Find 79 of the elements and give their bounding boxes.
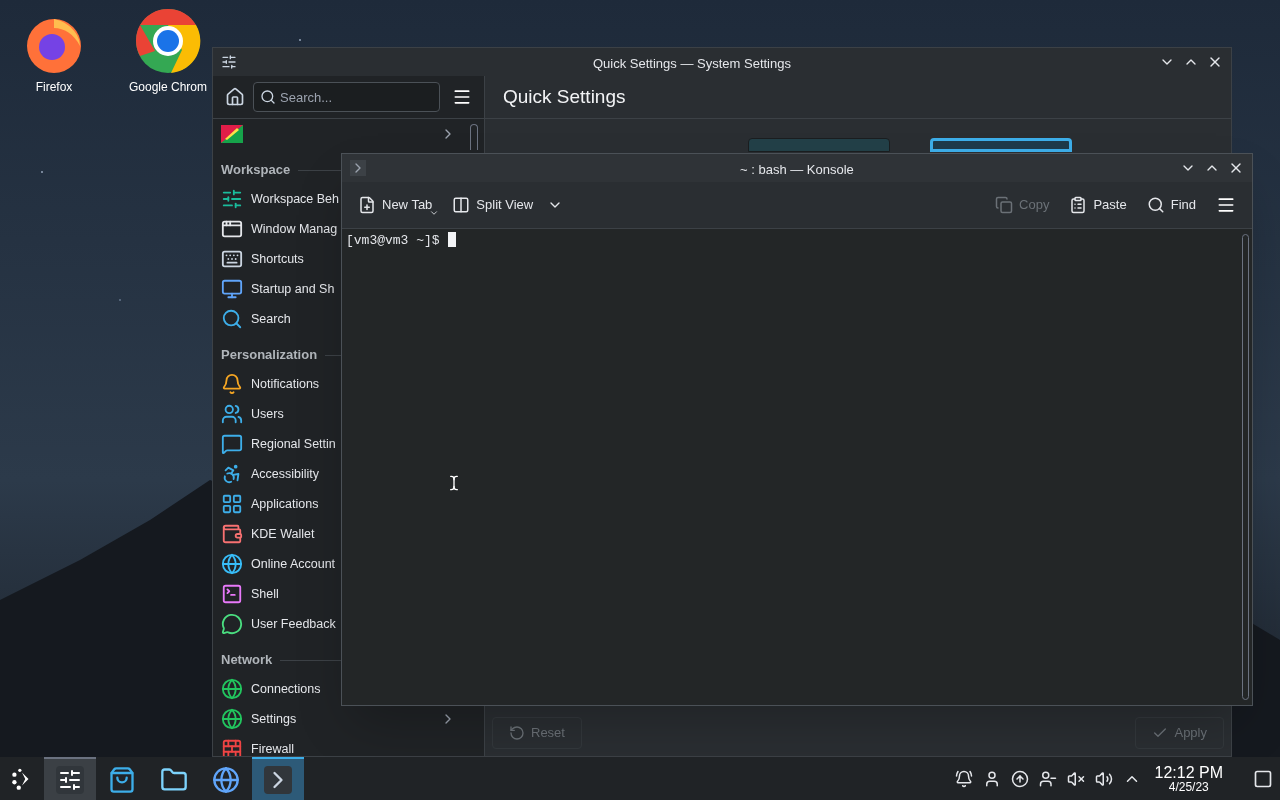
globe-icon: [221, 708, 243, 730]
volume-icon[interactable]: [1094, 769, 1113, 788]
terminal-icon: [350, 160, 366, 176]
new-tab-icon: [358, 196, 376, 214]
theme-preview[interactable]: [930, 138, 1072, 152]
columns-icon: [452, 196, 471, 214]
app-logo-icon[interactable]: [135, 8, 201, 74]
users-icon: [221, 403, 243, 425]
sliders-icon: [221, 188, 243, 210]
paste-button[interactable]: Paste: [1061, 188, 1135, 222]
sidebar-item[interactable]: Settings: [213, 704, 464, 734]
dropdown-icon: [429, 208, 440, 218]
clipboard-icon: [1069, 196, 1088, 214]
window-title: ~ : bash — Konsole: [740, 161, 854, 179]
terminal-icon: [221, 583, 243, 605]
user-minus-icon[interactable]: [1038, 769, 1057, 788]
text-cursor: [447, 232, 456, 247]
search-icon: [221, 308, 243, 330]
search-field[interactable]: Search...: [253, 82, 440, 112]
search-icon: [1146, 196, 1165, 214]
desktop-icon-label[interactable]: Firefox: [35, 78, 73, 96]
find-button[interactable]: Find: [1138, 188, 1204, 222]
sidebar-item[interactable]: Notifications: [213, 369, 320, 399]
keyboard-icon: [221, 248, 243, 270]
sidebar-item[interactable]: Startup and Sh: [213, 274, 335, 304]
sidebar-item[interactable]: Firewall: [213, 734, 295, 756]
sidebar-item[interactable]: Applications: [213, 489, 319, 519]
globe-icon: [221, 678, 243, 700]
sidebar-item[interactable]: Connections: [213, 674, 321, 704]
home-button[interactable]: [225, 87, 245, 107]
sidebar-item[interactable]: Search: [213, 304, 291, 334]
desktop-icon-label[interactable]: Google Chrom: [128, 78, 207, 96]
bell-icon[interactable]: [954, 769, 973, 788]
window-title: Quick Settings — System Settings: [593, 55, 791, 73]
section-heading: Workspace: [221, 161, 291, 180]
sidebar-item[interactable]: Shortcuts: [213, 244, 304, 274]
show-desktop-button[interactable]: [1253, 768, 1273, 789]
new-tab-button[interactable]: New Tab: [350, 188, 441, 222]
wallet-icon: [221, 523, 243, 545]
terminal-area[interactable]: [vm3@vm3 ~]$: [342, 229, 1252, 705]
shopping-bag-icon: [108, 765, 136, 794]
sidebar-item[interactable]: Online Account: [213, 549, 336, 579]
sidebar-item[interactable]: KDE Wallet: [213, 519, 315, 549]
brick-wall-icon: [221, 738, 243, 756]
chat-bubble-icon: [221, 613, 243, 635]
sidebar-item[interactable]: Workspace Beh: [213, 184, 339, 214]
menu-button[interactable]: [452, 87, 472, 107]
globe-icon: [221, 553, 243, 575]
sliders-icon: [221, 54, 237, 70]
terminal-icon: [264, 765, 292, 794]
window-icon: [221, 218, 243, 240]
menu-button[interactable]: [1216, 195, 1236, 215]
sidebar-item[interactable]: Users: [213, 399, 284, 429]
speech-bubble-icon: [221, 433, 243, 455]
monitor-icon: [221, 278, 243, 300]
page-title: Quick Settings: [503, 84, 626, 109]
undo-icon: [509, 725, 525, 741]
search-icon: [260, 89, 276, 105]
section-heading: Personalization: [221, 346, 318, 365]
prompt-text: [vm3@vm3 ~]$: [346, 232, 440, 250]
globe-icon: [212, 765, 240, 794]
palette-icon: [221, 125, 243, 143]
sidebar-item[interactable]: Accessibility: [213, 459, 320, 489]
sidebar-item[interactable]: Regional Settin: [213, 429, 336, 459]
grid-icon: [221, 493, 243, 515]
sidebar-item[interactable]: Window Manag: [213, 214, 338, 244]
update-icon[interactable]: [1010, 769, 1029, 788]
copy-icon: [995, 196, 1014, 214]
folder-icon: [160, 765, 188, 794]
bell-icon: [221, 373, 243, 395]
sidebar-item[interactable]: Shell: [213, 579, 279, 609]
sidebar-item[interactable]: User Feedback: [213, 609, 336, 639]
split-view-button[interactable]: Split View: [444, 188, 572, 222]
muted-speaker-icon[interactable]: [1066, 769, 1085, 788]
task-button[interactable]: [252, 757, 304, 800]
sliders-icon: [56, 765, 84, 794]
section-heading: Network: [221, 651, 273, 670]
task-button[interactable]: [44, 757, 96, 800]
clock[interactable]: 12:12 PM 4/25/23: [1154, 764, 1223, 793]
